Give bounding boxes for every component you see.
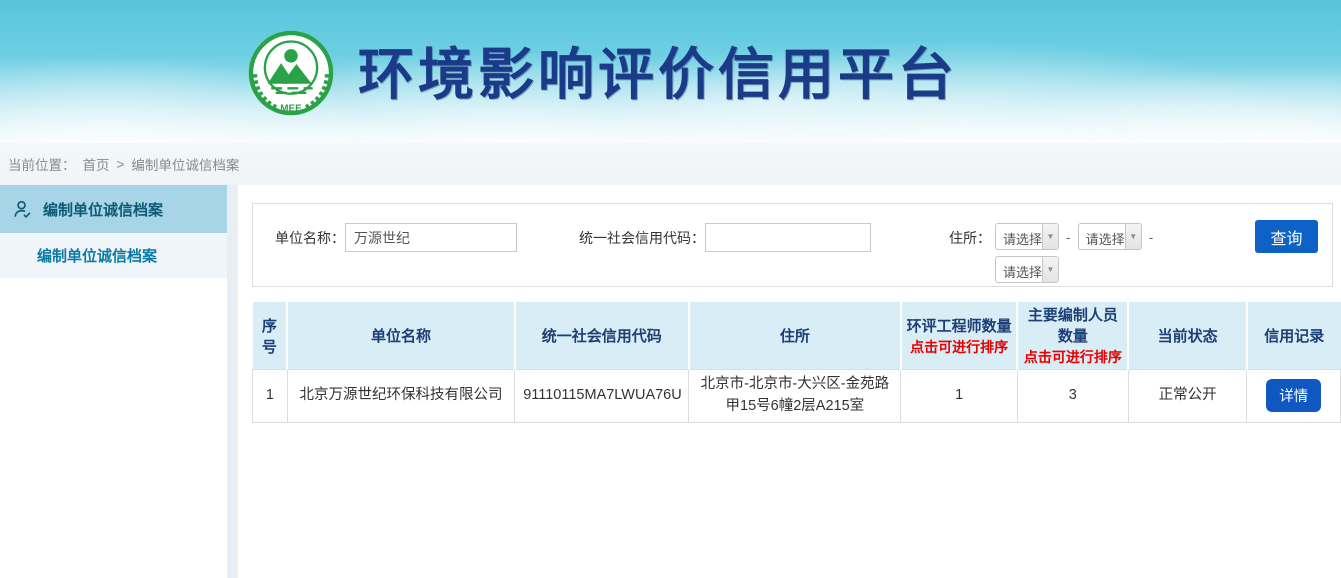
address-city-select[interactable]: 请选择 ▼	[1078, 223, 1142, 250]
breadcrumb-separator: >	[117, 157, 125, 172]
cell-index: 1	[253, 370, 288, 423]
breadcrumb: 当前位置： 首页 > 编制单位诚信档案	[0, 143, 1341, 185]
breadcrumb-home-link[interactable]: 首页	[83, 154, 110, 174]
col-header-engineer-count-sort[interactable]: 环评工程师数量 点击可进行排序	[901, 302, 1017, 370]
cell-credit-record: 详情	[1247, 370, 1341, 423]
sidebar-item-unit-credit-archive[interactable]: 编制单位诚信档案	[0, 185, 227, 233]
search-panel: 单位名称： 统一社会信用代码： 住所： 请选择 ▼ -	[252, 203, 1333, 287]
company-name-link[interactable]: 北京万源世纪环保科技有限公司	[287, 370, 514, 423]
col-header-status: 当前状态	[1128, 302, 1247, 370]
address-field: 住所： 请选择 ▼ - 请选择 ▼ -	[949, 223, 1160, 283]
query-button[interactable]: 查询	[1255, 220, 1318, 253]
col-header-unit-name: 单位名称	[287, 302, 514, 370]
mee-logo-icon: MEE	[246, 28, 336, 118]
col-header-index: 序号	[253, 302, 288, 370]
staff-count-link[interactable]: 3	[1017, 370, 1128, 423]
table-header-row: 序号 单位名称 统一社会信用代码 住所 环评工程师数量 点击可进行排序 主要编制…	[253, 302, 1341, 370]
address-label: 住所：	[949, 228, 991, 248]
sort-hint: 点击可进行排序	[1022, 347, 1123, 367]
credit-code-label: 统一社会信用代码：	[579, 228, 705, 248]
cell-status: 正常公开	[1128, 370, 1247, 423]
col-header-credit-record: 信用记录	[1247, 302, 1341, 370]
chevron-down-icon: ▼	[1042, 224, 1058, 249]
person-check-icon	[11, 198, 34, 221]
address-dash: -	[1149, 229, 1154, 245]
breadcrumb-current: 编制单位诚信档案	[131, 154, 239, 174]
cell-credit-code: 91110115MA7LWUA76U	[515, 370, 689, 423]
select-value: 请选择	[1079, 224, 1125, 249]
col-header-label: 主要编制人员数量	[1022, 304, 1123, 346]
address-district-select[interactable]: 请选择 ▼	[995, 256, 1059, 283]
cell-address: 北京市-北京市-大兴区-金苑路甲15号6幢2层A215室	[689, 370, 901, 423]
col-header-credit-code: 统一社会信用代码	[515, 302, 689, 370]
breadcrumb-prefix: 当前位置：	[8, 154, 76, 174]
unit-name-field: 单位名称：	[275, 223, 517, 252]
site-header: MEE 环境影响评价信用平台	[0, 0, 1341, 143]
col-header-staff-count-sort[interactable]: 主要编制人员数量 点击可进行排序	[1017, 302, 1128, 370]
sidebar-item-label: 编制单位诚信档案	[43, 199, 163, 220]
chevron-down-icon: ▼	[1125, 224, 1141, 249]
credit-code-input[interactable]	[705, 223, 871, 252]
address-province-select[interactable]: 请选择 ▼	[995, 223, 1059, 250]
col-header-address: 住所	[689, 302, 901, 370]
select-value: 请选择	[996, 224, 1042, 249]
credit-code-field: 统一社会信用代码：	[579, 223, 871, 252]
col-header-label: 环评工程师数量	[906, 315, 1012, 336]
table-row: 1 北京万源世纪环保科技有限公司 91110115MA7LWUA76U 北京市-…	[253, 370, 1341, 423]
results-table: 序号 单位名称 统一社会信用代码 住所 环评工程师数量 点击可进行排序 主要编制…	[252, 302, 1341, 423]
address-dash: -	[1066, 229, 1071, 245]
logo-text: MEE	[280, 103, 302, 114]
sidebar-divider	[227, 185, 238, 578]
sort-hint: 点击可进行排序	[906, 337, 1012, 357]
chevron-down-icon: ▼	[1042, 257, 1058, 282]
unit-name-label: 单位名称：	[275, 228, 345, 248]
page-title: 环境影响评价信用平台	[358, 30, 958, 111]
unit-name-input[interactable]	[345, 223, 517, 252]
sidebar: 编制单位诚信档案 编制单位诚信档案	[0, 185, 227, 578]
sidebar-subitem-unit-credit-archive[interactable]: 编制单位诚信档案	[0, 233, 227, 278]
sidebar-subitem-label: 编制单位诚信档案	[37, 245, 157, 266]
select-value: 请选择	[996, 257, 1042, 282]
main-content: 单位名称： 统一社会信用代码： 住所： 请选择 ▼ -	[238, 185, 1341, 578]
engineer-count-link[interactable]: 1	[901, 370, 1017, 423]
detail-button[interactable]: 详情	[1266, 379, 1321, 412]
